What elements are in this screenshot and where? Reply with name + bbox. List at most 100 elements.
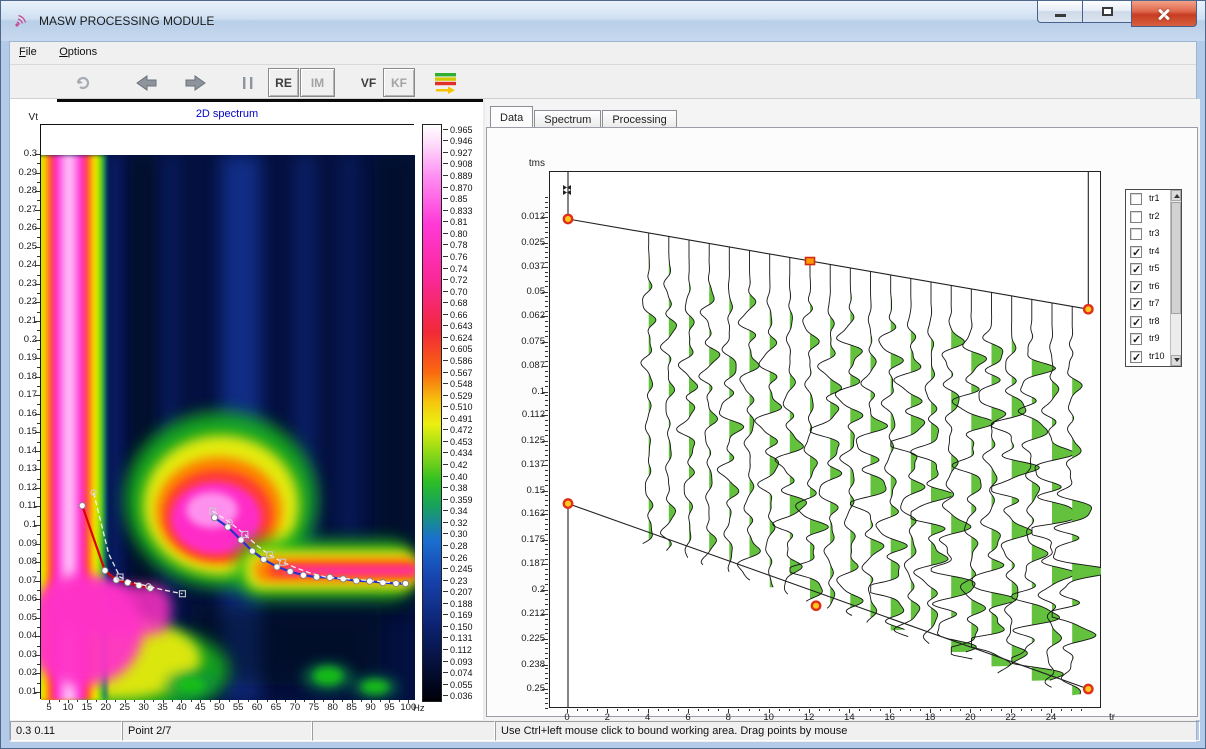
colorbar-tick: 0.529 (450, 391, 473, 401)
trace-wiggle (871, 275, 908, 630)
trace-checkbox-tr9[interactable] (1130, 333, 1142, 345)
pause-button[interactable] (238, 68, 258, 97)
im-button[interactable]: IM (300, 68, 335, 97)
working-area-point[interactable] (564, 499, 572, 507)
trace-checkbox-list: tr1tr2tr3tr4tr5tr6tr7tr8tr9tr10 (1125, 189, 1182, 367)
working-area-point[interactable] (1084, 685, 1092, 693)
panel-top-border (57, 99, 483, 102)
refresh-button[interactable] (70, 68, 96, 97)
dispersion-curve-point[interactable] (211, 515, 217, 521)
colorbar-tick: 0.42 (450, 460, 468, 470)
scrollbar-thumb[interactable] (1171, 202, 1181, 314)
trace-checkbox-label: tr5 (1149, 263, 1160, 273)
dispersion-curve-point[interactable] (102, 567, 108, 573)
close-icon (1156, 6, 1172, 22)
trace-list-scrollbar[interactable] (1170, 190, 1181, 366)
trace-wiggle (891, 278, 925, 636)
scrollbar-up-arrow[interactable] (1171, 190, 1181, 201)
status-coordinates: 0.3 0.11 (10, 721, 122, 741)
trace-checkbox-label: tr9 (1149, 333, 1160, 343)
dispersion-curve-point[interactable] (300, 572, 306, 578)
spectrum-x-tick: 70 (285, 703, 305, 713)
trace-wiggle (641, 233, 656, 544)
seis-y-tick: 0.238 (511, 660, 545, 670)
back-button[interactable] (132, 68, 162, 97)
colorbar-tick: 0.434 (450, 448, 473, 458)
seis-y-tick: 0.15 (511, 486, 545, 496)
menu-options[interactable]: Options (50, 42, 106, 58)
spectrum-y-tick: 0.1 (10, 520, 37, 530)
colorbar-tick: 0.093 (450, 657, 473, 667)
working-area-point[interactable] (812, 602, 820, 610)
colorbar-tick: 0.870 (450, 183, 473, 193)
colorbar-tick: 0.28 (450, 541, 468, 551)
tab-data[interactable]: Data (490, 106, 533, 127)
spectrum-x-tick: 20 (96, 703, 116, 713)
dispersion-curve-point[interactable] (393, 580, 399, 586)
dispersion-curve-point[interactable] (402, 580, 408, 586)
spectrum-y-tick: 0.22 (10, 297, 37, 307)
trace-checkbox-tr3[interactable] (1130, 228, 1142, 240)
working-area-top-line[interactable] (568, 219, 1088, 309)
menu-file[interactable]: File (10, 42, 46, 58)
colorbar-tick: 0.23 (450, 576, 468, 586)
dispersion-curve-point[interactable] (353, 578, 359, 584)
trace-wiggle (661, 237, 677, 551)
spectrum-heatmap[interactable] (41, 125, 415, 700)
colorbar-labels: 0.9650.9460.9270.9080.8890.8700.850.8330… (450, 124, 490, 702)
trace-list-row: tr9 (1126, 331, 1170, 348)
dispersion-curve-point[interactable] (249, 548, 255, 554)
spectrum-y-tick: 0.25 (10, 242, 37, 252)
seis-y-tick: 0.087 (511, 361, 545, 371)
trace-wiggle (773, 258, 807, 595)
working-area-point[interactable] (564, 215, 572, 223)
tab-bar: DataSpectrumProcessing (490, 106, 678, 128)
dispersion-curve-point[interactable] (287, 568, 293, 574)
trace-fill (649, 233, 656, 544)
maximize-button[interactable] (1083, 1, 1131, 23)
colorbar-tick: 0.68 (450, 298, 468, 308)
re-button[interactable]: RE (268, 68, 299, 97)
spectrum-plot[interactable] (40, 124, 414, 699)
forward-button[interactable] (180, 68, 210, 97)
status-point-counter: Point 2/7 (122, 721, 312, 741)
spectrum-panel: 2D spectrum Vt (10, 99, 483, 720)
close-button[interactable] (1131, 1, 1197, 27)
spectrum-x-tick: 80 (323, 703, 343, 713)
working-area-square-handle[interactable] (806, 258, 815, 265)
vf-button[interactable]: VF (355, 68, 382, 97)
data-panel: DataSpectrumProcessing tms tr tr1tr2tr3t… (485, 99, 1200, 720)
seis-y-tick: 0.05 (511, 287, 545, 297)
trace-checkbox-tr6[interactable] (1130, 281, 1142, 293)
dispersion-curve-point[interactable] (380, 580, 386, 586)
trace-checkbox-tr7[interactable] (1130, 298, 1142, 310)
working-area-point[interactable] (1084, 305, 1092, 313)
layers-button[interactable] (432, 68, 460, 97)
seis-y-tick: 0.1 (511, 387, 545, 397)
spectrum-y-tick: 0.14 (10, 446, 37, 456)
trace-wiggle (717, 247, 743, 572)
seismogram-plot[interactable] (549, 171, 1101, 708)
trace-checkbox-tr4[interactable] (1130, 246, 1142, 258)
seismogram-traces[interactable] (550, 172, 1102, 709)
kf-button[interactable]: KF (383, 68, 415, 97)
colorbar-tick: 0.85 (450, 194, 468, 204)
trace-checkbox-tr1[interactable] (1130, 193, 1142, 205)
spectrum-y-tick: 0.27 (10, 205, 37, 215)
trace-checkbox-tr2[interactable] (1130, 211, 1142, 223)
trace-wiggle (755, 254, 782, 587)
minimize-button[interactable] (1037, 1, 1083, 23)
trace-checkbox-tr5[interactable] (1130, 263, 1142, 275)
dispersion-curve-point[interactable] (79, 503, 85, 509)
colorbar-tick: 0.055 (450, 680, 473, 690)
trace-wiggle (737, 251, 760, 581)
status-bar: 0.3 0.11 Point 2/7 Use Ctrl+left mouse c… (10, 720, 1196, 742)
trace-checkbox-tr8[interactable] (1130, 316, 1142, 328)
trace-checkbox-tr10[interactable] (1130, 351, 1142, 363)
spectrum-y-tick: 0.29 (10, 168, 37, 178)
colorbar-tick: 0.510 (450, 402, 473, 412)
trace-fill (931, 282, 953, 645)
scrollbar-down-arrow[interactable] (1171, 355, 1181, 366)
spectrum-y-tick: 0.03 (10, 650, 37, 660)
axis-marker-icon (563, 185, 571, 195)
